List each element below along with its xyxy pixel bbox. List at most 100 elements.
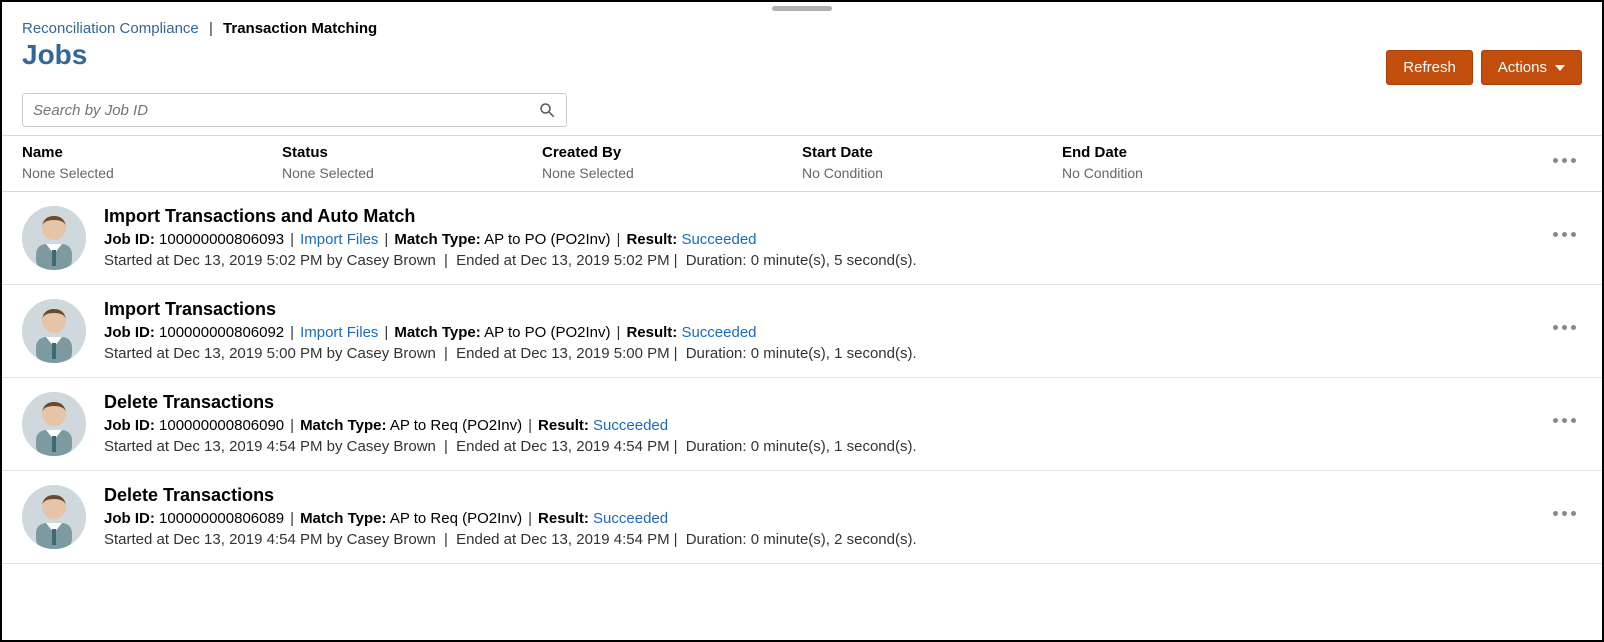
match-type-value: AP to PO (PO2Inv) bbox=[484, 324, 610, 341]
separator: | bbox=[444, 438, 448, 455]
result-link[interactable]: Succeeded bbox=[593, 417, 668, 434]
separator: | bbox=[617, 324, 621, 341]
separator: | bbox=[290, 417, 294, 434]
match-type-label: Match Type: bbox=[394, 324, 480, 341]
started-at-value: Dec 13, 2019 4:54 PM bbox=[173, 438, 322, 455]
job-row: Import Transactions and Auto MatchJob ID… bbox=[2, 192, 1602, 285]
job-id-value: 100000000806090 bbox=[159, 417, 284, 434]
duration-value: 0 minute(s), 2 second(s). bbox=[751, 531, 917, 548]
job-id-value: 100000000806092 bbox=[159, 324, 284, 341]
result-link[interactable]: Succeeded bbox=[681, 231, 756, 248]
row-actions-button[interactable] bbox=[1553, 503, 1576, 519]
breadcrumb: Reconciliation Compliance | Transaction … bbox=[22, 20, 377, 37]
job-body: Import Transactions and Auto MatchJob ID… bbox=[104, 206, 1582, 269]
actions-button-label: Actions bbox=[1498, 59, 1547, 76]
filter-name[interactable]: Name None Selected bbox=[22, 144, 222, 181]
job-timing: Started at Dec 13, 2019 5:02 PM by Casey… bbox=[104, 252, 1582, 269]
job-meta: Job ID: 100000000806093|Import Files|Mat… bbox=[104, 231, 1582, 248]
import-files-link[interactable]: Import Files bbox=[300, 231, 378, 248]
by-label: by bbox=[327, 438, 343, 455]
filter-label: Created By bbox=[542, 144, 742, 161]
ellipsis-icon bbox=[1553, 158, 1576, 163]
separator: | bbox=[444, 531, 448, 548]
search-box[interactable] bbox=[22, 93, 567, 127]
actions-button[interactable]: Actions bbox=[1481, 50, 1582, 85]
filter-label: Status bbox=[282, 144, 482, 161]
started-at-label: Started at bbox=[104, 438, 169, 455]
filter-start-date[interactable]: Start Date No Condition bbox=[802, 144, 1002, 181]
separator: | bbox=[444, 252, 448, 269]
filter-value: None Selected bbox=[22, 165, 222, 181]
ended-at-value: Dec 13, 2019 5:02 PM bbox=[520, 252, 669, 269]
started-at-label: Started at bbox=[104, 345, 169, 362]
ended-at-label: Ended at bbox=[456, 531, 516, 548]
match-type-value: AP to Req (PO2Inv) bbox=[390, 510, 522, 527]
ellipsis-icon bbox=[1553, 511, 1576, 516]
separator: | bbox=[617, 231, 621, 248]
match-type-value: AP to Req (PO2Inv) bbox=[390, 417, 522, 434]
job-meta: Job ID: 100000000806089|Match Type: AP t… bbox=[104, 510, 1582, 527]
page-title: Jobs bbox=[22, 39, 377, 71]
job-timing: Started at Dec 13, 2019 4:54 PM by Casey… bbox=[104, 438, 1582, 455]
row-actions-button[interactable] bbox=[1553, 224, 1576, 240]
created-by-value: Casey Brown bbox=[347, 252, 436, 269]
separator: | bbox=[384, 231, 388, 248]
separator: | bbox=[290, 324, 294, 341]
result-link[interactable]: Succeeded bbox=[681, 324, 756, 341]
job-id-label: Job ID: bbox=[104, 417, 155, 434]
filter-end-date[interactable]: End Date No Condition bbox=[1062, 144, 1262, 181]
match-type-label: Match Type: bbox=[300, 417, 386, 434]
duration-value: 0 minute(s), 1 second(s). bbox=[751, 438, 917, 455]
breadcrumb-current: Transaction Matching bbox=[223, 20, 377, 37]
by-label: by bbox=[327, 252, 343, 269]
job-meta: Job ID: 100000000806092|Import Files|Mat… bbox=[104, 324, 1582, 341]
drag-handle[interactable] bbox=[772, 6, 832, 11]
ended-at-value: Dec 13, 2019 4:54 PM bbox=[520, 438, 669, 455]
search-icon[interactable] bbox=[538, 101, 556, 119]
filters-more-button[interactable] bbox=[1553, 150, 1576, 166]
duration-label: Duration: bbox=[686, 345, 747, 362]
started-at-value: Dec 13, 2019 5:02 PM bbox=[173, 252, 322, 269]
filter-created-by[interactable]: Created By None Selected bbox=[542, 144, 742, 181]
search-input[interactable] bbox=[33, 102, 538, 119]
page-header: Reconciliation Compliance | Transaction … bbox=[2, 2, 1602, 93]
jobs-list[interactable]: Import Transactions and Auto MatchJob ID… bbox=[2, 192, 1602, 624]
avatar bbox=[22, 485, 86, 549]
avatar bbox=[22, 206, 86, 270]
created-by-value: Casey Brown bbox=[347, 345, 436, 362]
ended-at-value: Dec 13, 2019 5:00 PM bbox=[520, 345, 669, 362]
filter-label: Start Date bbox=[802, 144, 1002, 161]
job-body: Delete TransactionsJob ID: 1000000008060… bbox=[104, 392, 1582, 455]
job-body: Import TransactionsJob ID: 1000000008060… bbox=[104, 299, 1582, 362]
duration-value: 0 minute(s), 1 second(s). bbox=[751, 345, 917, 362]
import-files-link[interactable]: Import Files bbox=[300, 324, 378, 341]
ellipsis-icon bbox=[1553, 418, 1576, 423]
job-id-value: 100000000806089 bbox=[159, 510, 284, 527]
ellipsis-icon bbox=[1553, 232, 1576, 237]
caret-down-icon bbox=[1555, 65, 1565, 71]
started-at-value: Dec 13, 2019 4:54 PM bbox=[173, 531, 322, 548]
row-actions-button[interactable] bbox=[1553, 410, 1576, 426]
avatar bbox=[22, 392, 86, 456]
row-actions-button[interactable] bbox=[1553, 317, 1576, 333]
job-timing: Started at Dec 13, 2019 4:54 PM by Casey… bbox=[104, 531, 1582, 548]
ended-at-label: Ended at bbox=[456, 345, 516, 362]
result-link[interactable]: Succeeded bbox=[593, 510, 668, 527]
result-label: Result: bbox=[538, 510, 589, 527]
filter-label: Name bbox=[22, 144, 222, 161]
filter-status[interactable]: Status None Selected bbox=[282, 144, 482, 181]
duration-label: Duration: bbox=[686, 438, 747, 455]
separator: | bbox=[384, 324, 388, 341]
job-id-label: Job ID: bbox=[104, 510, 155, 527]
refresh-button[interactable]: Refresh bbox=[1386, 50, 1473, 85]
job-row: Import TransactionsJob ID: 1000000008060… bbox=[2, 285, 1602, 378]
filter-bar: Name None Selected Status None Selected … bbox=[2, 135, 1602, 192]
duration-value: 0 minute(s), 5 second(s). bbox=[751, 252, 917, 269]
job-row: Delete TransactionsJob ID: 1000000008060… bbox=[2, 378, 1602, 471]
breadcrumb-parent-link[interactable]: Reconciliation Compliance bbox=[22, 20, 199, 37]
result-label: Result: bbox=[626, 231, 677, 248]
job-title: Delete Transactions bbox=[104, 485, 1582, 506]
result-label: Result: bbox=[538, 417, 589, 434]
ended-at-label: Ended at bbox=[456, 438, 516, 455]
match-type-label: Match Type: bbox=[394, 231, 480, 248]
